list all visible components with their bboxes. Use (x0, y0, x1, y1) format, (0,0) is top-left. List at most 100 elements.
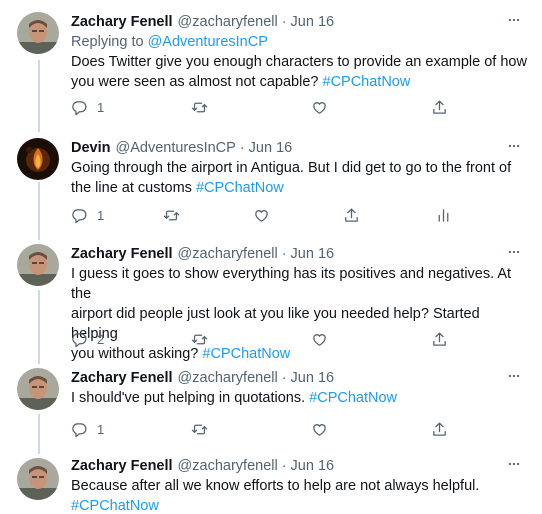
avatar[interactable] (17, 244, 59, 286)
tweet[interactable]: Zachary Fenell @zacharyfenell · Jun 16 B… (0, 454, 542, 514)
retweet-button[interactable] (191, 329, 208, 349)
more-icon (508, 462, 520, 466)
hashtag-link[interactable]: #CPChatNow (196, 180, 284, 196)
hashtag-link[interactable]: #CPChatNow (71, 498, 159, 514)
tweet-actions: 1 (71, 419, 541, 439)
author-name[interactable]: Zachary Fenell (71, 458, 173, 474)
share-button[interactable] (343, 205, 360, 225)
timestamp[interactable]: Jun 16 (291, 458, 335, 474)
more-icon (508, 374, 520, 378)
reply-button[interactable]: 1 (71, 419, 104, 439)
author-handle[interactable]: @zacharyfenell (178, 246, 278, 262)
author-handle[interactable]: @zacharyfenell (178, 458, 278, 474)
more-button[interactable] (506, 244, 522, 260)
tweet-text-line: I should've put helping in quotations. (71, 390, 306, 406)
like-button[interactable] (253, 205, 270, 225)
share-icon (433, 99, 446, 114)
tweet-text-line: Because after all we know efforts to hel… (71, 478, 480, 494)
reply-count: 1 (97, 421, 105, 437)
tweet-actions: 2 (71, 329, 541, 349)
hashtag-link[interactable]: #CPChatNow (323, 74, 411, 90)
timestamp[interactable]: Jun 16 (249, 140, 293, 156)
tweet-text-line: I guess it goes to show everything has i… (71, 266, 512, 302)
author-name[interactable]: Zachary Fenell (71, 14, 173, 30)
reply-icon (72, 422, 87, 437)
hashtag-link[interactable]: #CPChatNow (309, 390, 397, 406)
more-icon (508, 144, 520, 148)
share-icon (433, 331, 446, 346)
share-button[interactable] (431, 97, 448, 117)
like-button[interactable] (311, 329, 328, 349)
separator-dot: · (239, 140, 245, 156)
reply-count: 1 (97, 99, 105, 115)
more-icon (508, 250, 520, 254)
tweet[interactable]: Devin @AdventuresInCP · Jun 16 Going thr… (0, 128, 542, 238)
reply-count: 1 (97, 207, 105, 223)
like-button[interactable] (311, 419, 328, 439)
share-icon (433, 421, 446, 436)
separator-dot: · (281, 14, 287, 30)
timestamp[interactable]: Jun 16 (291, 14, 335, 30)
like-button[interactable] (311, 97, 328, 117)
author-handle[interactable]: @zacharyfenell (178, 14, 278, 30)
like-icon (313, 423, 326, 436)
tweet-text: I should've put helping in quotations. #… (71, 388, 530, 408)
tweet-text-line: Going through the airport in Antigua. Bu… (71, 160, 512, 176)
retweet-button[interactable] (163, 205, 180, 225)
author-name[interactable]: Zachary Fenell (71, 370, 173, 386)
separator-dot: · (281, 370, 287, 386)
share-icon (345, 207, 358, 222)
tweet-text-line: Does Twitter give you enough characters … (71, 54, 527, 70)
timestamp[interactable]: Jun 16 (291, 246, 335, 262)
reply-button[interactable]: 1 (71, 205, 104, 225)
author-handle[interactable]: @zacharyfenell (178, 370, 278, 386)
more-button[interactable] (506, 456, 522, 472)
replying-to: Replying to @AdventuresInCP (71, 32, 530, 52)
tweet-text: Going through the airport in Antigua. Bu… (71, 158, 530, 198)
tweet-text: Because after all we know efforts to hel… (71, 476, 530, 514)
tweet[interactable]: Zachary Fenell @zacharyfenell · Jun 16 I… (0, 238, 542, 364)
reply-icon (72, 208, 87, 223)
timestamp[interactable]: Jun 16 (291, 370, 335, 386)
tweet[interactable]: Zachary Fenell @zacharyfenell · Jun 16 R… (0, 0, 542, 128)
more-button[interactable] (506, 368, 522, 384)
author-handle[interactable]: @AdventuresInCP (116, 140, 236, 156)
zachary-avatar (17, 12, 59, 54)
zachary-avatar (17, 458, 59, 500)
devin-avatar (17, 138, 59, 180)
zachary-avatar (17, 368, 59, 410)
avatar[interactable] (17, 138, 59, 180)
separator-dot: · (281, 458, 287, 474)
retweet-button[interactable] (191, 419, 208, 439)
analytics-icon (438, 208, 449, 222)
tweet-text: Does Twitter give you enough characters … (71, 52, 530, 92)
share-button[interactable] (431, 329, 448, 349)
tweet[interactable]: Zachary Fenell @zacharyfenell · Jun 16 I… (0, 364, 542, 454)
like-icon (313, 333, 326, 346)
avatar[interactable] (17, 458, 59, 500)
reply-button[interactable]: 2 (71, 329, 104, 349)
share-button[interactable] (431, 419, 448, 439)
tweet-text-line: the line at customs (71, 180, 192, 196)
author-name[interactable]: Zachary Fenell (71, 246, 173, 262)
tweet-text: I guess it goes to show everything has i… (71, 264, 530, 364)
retweet-icon (163, 210, 180, 220)
reply-icon (72, 100, 87, 115)
like-icon (313, 101, 326, 114)
more-button[interactable] (506, 12, 522, 28)
replying-to-label: Replying to (71, 34, 144, 50)
more-button[interactable] (506, 138, 522, 154)
replying-to-link[interactable]: @AdventuresInCP (148, 34, 268, 50)
retweet-icon (191, 424, 208, 434)
analytics-button[interactable] (435, 205, 452, 225)
author-name[interactable]: Devin (71, 140, 111, 156)
avatar[interactable] (17, 12, 59, 54)
retweet-button[interactable] (191, 97, 208, 117)
zachary-avatar (17, 244, 59, 286)
avatar[interactable] (17, 368, 59, 410)
tweet-actions: 1 (71, 205, 541, 225)
separator-dot: · (281, 246, 287, 262)
reply-button[interactable]: 1 (71, 97, 104, 117)
like-icon (255, 209, 268, 222)
reply-count: 2 (97, 331, 105, 347)
